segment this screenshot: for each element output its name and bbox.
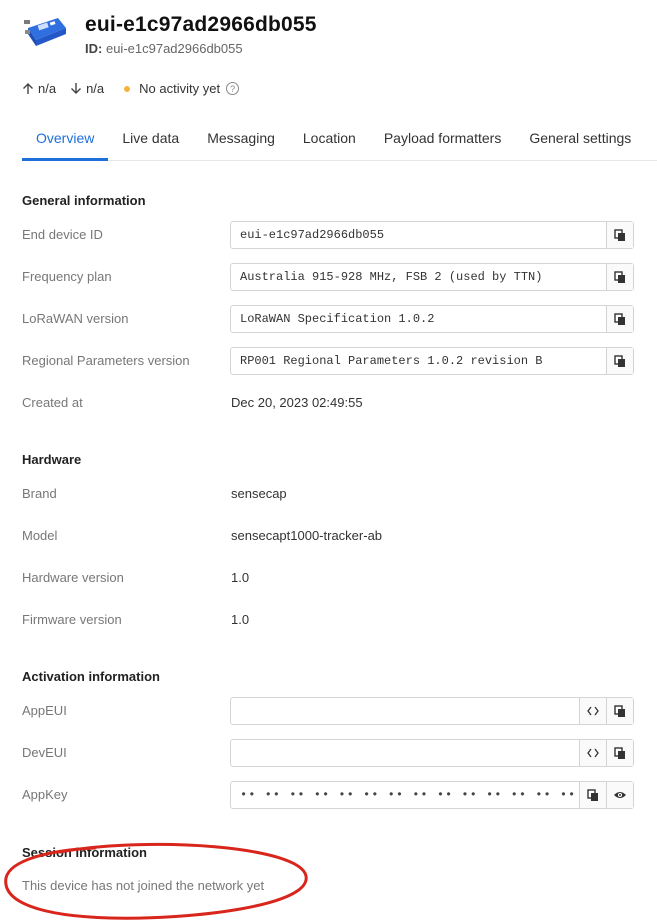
- deveui-value: [231, 740, 579, 766]
- deveui-label: DevEUI: [22, 745, 67, 760]
- copy-button[interactable]: [606, 222, 633, 248]
- copy-icon: [614, 270, 625, 283]
- device-id-line: ID: eui-e1c97ad2966db055: [85, 41, 317, 56]
- copy-icon: [587, 788, 598, 801]
- lorawan-version-value: LoRaWAN Specification 1.0.2: [240, 312, 435, 326]
- copy-button[interactable]: [606, 306, 633, 332]
- copy-icon: [614, 704, 625, 717]
- appeui-field: [230, 697, 634, 725]
- eye-icon: [614, 792, 626, 798]
- end-device-id-label: End device ID: [22, 227, 103, 242]
- regional-params-field: RP001 Regional Parameters 1.0.2 revision…: [230, 347, 634, 375]
- session-status-note: This device has not joined the network y…: [22, 878, 265, 893]
- firmware-version-value: 1.0: [231, 612, 250, 627]
- brand-label: Brand: [22, 486, 57, 501]
- appkey-field: •• •• •• •• •• •• •• •• •• •• •• •• •• •…: [230, 781, 634, 809]
- frequency-plan-value: Australia 915-928 MHz, FSB 2 (used by TT…: [240, 270, 543, 284]
- hardware-heading: Hardware: [22, 452, 82, 467]
- copy-button[interactable]: [606, 740, 633, 766]
- arrow-down-icon: [71, 83, 82, 94]
- toggle-byte-order-button[interactable]: [579, 698, 606, 724]
- end-device-id-value: eui-e1c97ad2966db055: [240, 228, 385, 242]
- regional-params-value: RP001 Regional Parameters 1.0.2 revision…: [240, 354, 543, 368]
- appkey-label: AppKey: [22, 787, 68, 802]
- lorawan-version-label: LoRaWAN version: [22, 311, 129, 326]
- downlink-stat: n/a: [70, 81, 104, 96]
- uplink-count: n/a: [38, 81, 57, 96]
- copy-icon: [614, 354, 625, 367]
- device-overview-page: eui-e1c97ad2966db055 ID: eui-e1c97ad2966…: [0, 0, 657, 923]
- appkey-masked-value: •• •• •• •• •• •• •• •• •• •• •• •• •• •…: [240, 788, 579, 802]
- model-label: Model: [22, 528, 58, 543]
- appeui-value: [231, 698, 579, 724]
- show-secret-button[interactable]: [606, 782, 633, 808]
- arrow-up-icon: [23, 83, 33, 94]
- copy-icon: [614, 312, 625, 325]
- tab-overview[interactable]: Overview: [22, 118, 109, 161]
- brand-value: sensecap: [231, 486, 287, 501]
- page-title: eui-e1c97ad2966db055: [85, 13, 317, 36]
- code-brackets-icon: [587, 748, 599, 758]
- device-board-icon: [24, 18, 66, 46]
- deveui-field: [230, 739, 634, 767]
- end-device-id-field: eui-e1c97ad2966db055: [230, 221, 634, 249]
- device-header: eui-e1c97ad2966db055 ID: eui-e1c97ad2966…: [22, 12, 317, 62]
- tab-messaging[interactable]: Messaging: [193, 118, 289, 161]
- firmware-version-label: Firmware version: [22, 612, 122, 627]
- created-at-value: Dec 20, 2023 02:49:55: [231, 395, 363, 410]
- id-label: ID:: [85, 41, 103, 56]
- copy-button[interactable]: [579, 782, 606, 808]
- tab-payload-formatters[interactable]: Payload formatters: [370, 118, 516, 161]
- general-info-heading: General information: [22, 193, 146, 208]
- id-value: eui-e1c97ad2966db055: [105, 41, 243, 56]
- session-info-heading: Session information: [22, 845, 147, 860]
- frequency-plan-field: Australia 915-928 MHz, FSB 2 (used by TT…: [230, 263, 634, 291]
- hardware-version-label: Hardware version: [22, 570, 124, 585]
- code-brackets-icon: [587, 706, 599, 716]
- traffic-stats: n/a n/a No activity yet ?: [22, 81, 240, 96]
- model-value: sensecapt1000-tracker-ab: [231, 528, 383, 543]
- activity-status-dot: [124, 85, 131, 92]
- uplink-stat: n/a: [22, 81, 56, 96]
- copy-icon: [614, 228, 625, 241]
- downlink-count: n/a: [86, 81, 105, 96]
- device-tabs: Overview Live data Messaging Location Pa…: [22, 118, 657, 161]
- activation-info-heading: Activation information: [22, 669, 160, 684]
- help-icon[interactable]: ?: [226, 82, 240, 95]
- created-at-label: Created at: [22, 395, 83, 410]
- copy-button[interactable]: [606, 264, 633, 290]
- tab-general-settings[interactable]: General settings: [515, 118, 645, 161]
- regional-params-label: Regional Parameters version: [22, 353, 190, 368]
- hardware-version-value: 1.0: [231, 570, 250, 585]
- copy-icon: [614, 746, 625, 759]
- lorawan-version-field: LoRaWAN Specification 1.0.2: [230, 305, 634, 333]
- copy-button[interactable]: [606, 348, 633, 374]
- toggle-byte-order-button[interactable]: [579, 740, 606, 766]
- activity-status: No activity yet: [139, 81, 221, 96]
- copy-button[interactable]: [606, 698, 633, 724]
- frequency-plan-label: Frequency plan: [22, 269, 112, 284]
- appeui-label: AppEUI: [22, 703, 67, 718]
- tab-live-data[interactable]: Live data: [108, 118, 193, 161]
- tab-location[interactable]: Location: [289, 118, 370, 161]
